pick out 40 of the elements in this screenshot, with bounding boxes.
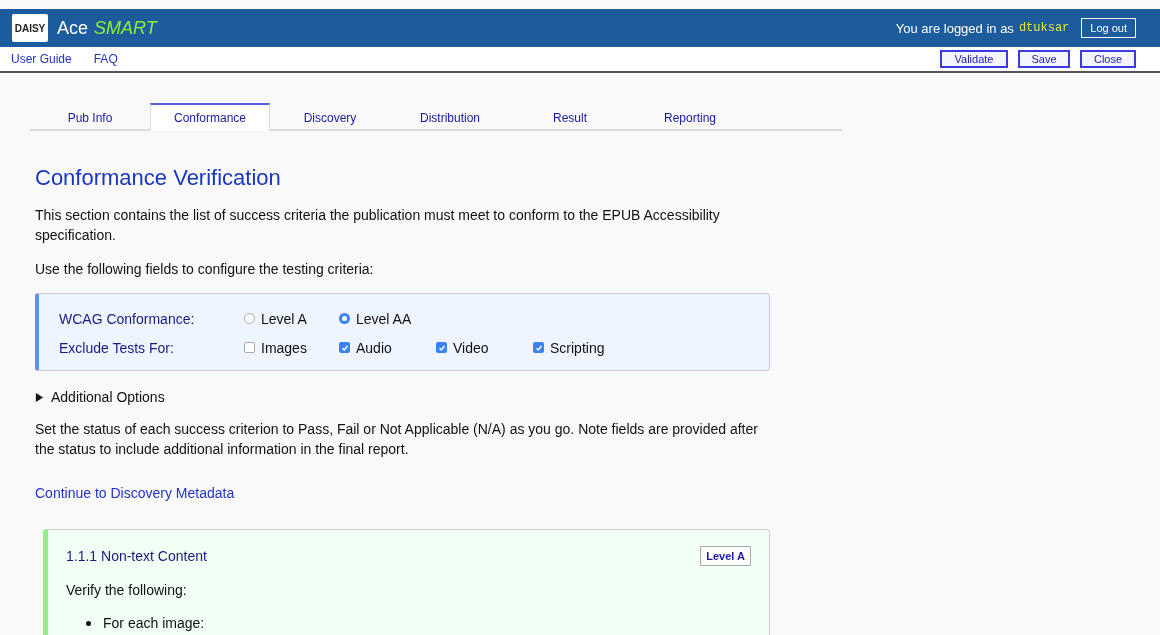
intro-text: This section contains the list of success criteria the publication must meet to conform to the EPUB Accessibility specification. [35, 206, 721, 245]
tab[interactable]: Reporting [630, 103, 750, 131]
level-badge: Level A [700, 546, 751, 566]
tab[interactable]: Conformance [150, 103, 270, 131]
option-label: Exclude Tests For: [59, 339, 175, 356]
tab[interactable]: Pub Info [30, 103, 150, 131]
checkmark-icon [340, 343, 349, 352]
criterion-item: For each image: [103, 614, 205, 632]
option-label: WCAG Conformance: [59, 310, 196, 327]
toolbar-button[interactable]: Close [1080, 50, 1136, 68]
checkmark-icon [534, 343, 543, 352]
nav-link[interactable]: FAQ [93, 52, 118, 66]
toolbar-button[interactable]: Validate [940, 50, 1008, 68]
criterion-title: 1.1.1 Non-text Content [66, 548, 207, 564]
page-heading: Conformance Verification [35, 165, 282, 191]
checkbox-option[interactable]: Video [436, 339, 533, 356]
checkmark-icon [437, 343, 446, 352]
checkbox-option[interactable]: Scripting [533, 339, 630, 356]
checkbox-option[interactable]: Images [244, 339, 339, 356]
additional-options-toggle[interactable]: Additional Options [35, 389, 770, 405]
logout-button[interactable]: Log out [1081, 18, 1136, 38]
tab[interactable]: Discovery [270, 103, 390, 131]
toolbar-button[interactable]: Save [1018, 50, 1070, 68]
app-name-accent: SMART [94, 17, 157, 39]
radio-option[interactable]: Level A [244, 310, 339, 327]
tab[interactable]: Distribution [390, 103, 510, 131]
username: dtuksar [1018, 21, 1070, 35]
radio-option[interactable]: Level AA [339, 310, 436, 327]
criterion-instruction: Verify the following: [66, 581, 188, 600]
checkbox-option[interactable]: Audio [339, 339, 436, 356]
app-name: Ace [57, 17, 89, 39]
caret-right-icon [35, 392, 44, 402]
continue-link[interactable]: Continue to Discovery Metadata [35, 485, 235, 501]
tab[interactable]: Result [510, 103, 630, 131]
bullet-icon [86, 620, 91, 626]
daisy-logo: DAISY [12, 14, 48, 42]
instruction-text: Use the following fields to configure the testing criteria: [35, 260, 375, 279]
nav-link[interactable]: User Guide [11, 52, 72, 66]
status-note: Set the status of each success criterion to Pass, Fail or Not Applicable (N/A) as you go. Note fields are provided after the status to include additional information in the final report. [35, 420, 759, 459]
login-text: You are logged in as [895, 20, 1014, 36]
